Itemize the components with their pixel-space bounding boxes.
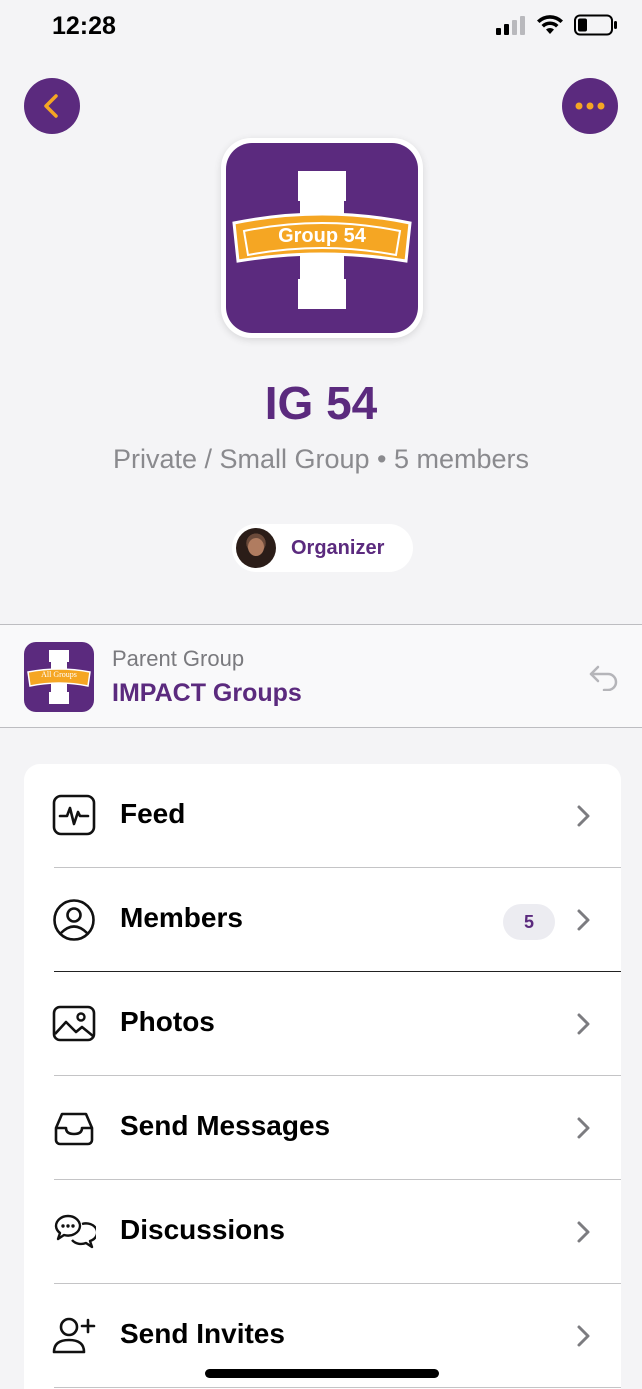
chevron-right-icon [577,1117,590,1139]
menu-item-discussions[interactable]: Discussions [24,1180,621,1284]
more-options-button[interactable] [562,78,618,134]
status-bar: 12:28 [0,0,642,56]
parent-group-caption: Parent Group [112,646,245,671]
image-icon [52,1005,96,1042]
menu-item-label: Photos [120,1006,215,1037]
chevron-right-icon [577,909,590,931]
menu-item-send-messages[interactable]: Send Messages [24,1076,621,1180]
parent-logo-text: All Groups [41,670,77,679]
group-logo-text: Group 54 [278,225,366,247]
chevron-right-icon [577,1325,590,1347]
group-title: IG 54 [264,377,378,429]
group-avatar: Group 54 [221,138,423,338]
user-circle-icon [53,899,95,941]
status-time: 12:28 [52,12,116,40]
wifi-icon [537,15,563,34]
menu-item-members[interactable]: Members 5 [24,868,621,972]
organizer-label: Organizer [291,536,385,559]
more-horizontal-icon [575,102,605,110]
battery-icon [574,14,617,36]
menu-item-label: Members [120,902,243,933]
activity-icon [52,794,96,836]
undo-icon[interactable] [588,663,620,691]
divider [54,1387,621,1388]
menu-item-label: Feed [120,798,186,829]
back-button[interactable] [24,78,80,134]
menu-item-label: Send Invites [120,1318,285,1349]
chat-bubbles-icon [54,1214,96,1249]
chevron-left-icon [44,94,58,118]
group-subtitle: Private / Small Group • 5 members [112,444,530,474]
chevron-right-icon [577,1221,590,1243]
parent-group-row[interactable]: All Groups Parent Group IMPACT Groups [0,624,642,728]
members-count-badge: 5 [503,904,555,940]
parent-group-avatar: All Groups [24,642,94,712]
menu-item-label: Send Messages [120,1110,331,1141]
chevron-right-icon [577,1013,590,1035]
chevron-right-icon [577,805,590,827]
cellular-signal-icon [496,16,525,35]
user-plus-icon [52,1317,96,1354]
status-icons [496,14,618,36]
home-indicator[interactable] [205,1369,439,1378]
menu-item-feed[interactable]: Feed [24,764,621,868]
organizer-avatar [236,528,276,568]
menu-item-photos[interactable]: Photos [24,972,621,1076]
inbox-icon [54,1112,94,1146]
organizer-chip[interactable]: Organizer [232,524,413,572]
menu-item-label: Discussions [120,1214,285,1245]
group-menu: Feed Members 5 Photos Send Messages Disc… [24,764,621,1389]
parent-group-name: IMPACT Groups [112,679,302,707]
